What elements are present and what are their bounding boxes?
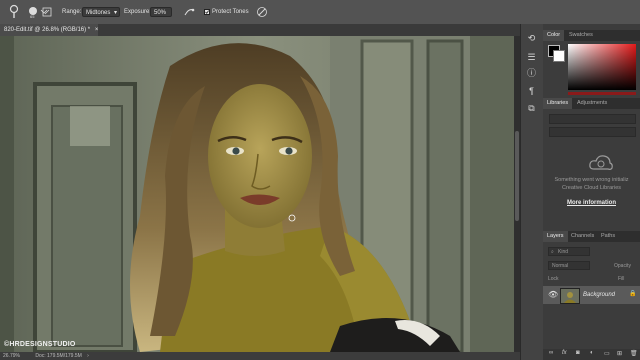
libraries-panel-tabs: Libraries Adjustments bbox=[543, 98, 640, 109]
zoom-level[interactable]: 26.79% bbox=[3, 353, 20, 359]
chevron-right-icon[interactable]: › bbox=[87, 353, 89, 359]
opacity-label: Opacity bbox=[614, 263, 631, 269]
creative-cloud-icon bbox=[588, 153, 614, 173]
more-information-link[interactable]: More information bbox=[543, 200, 640, 206]
history-icon[interactable]: ⟲ bbox=[526, 33, 537, 44]
library-search[interactable] bbox=[549, 127, 636, 137]
document-canvas[interactable]: ©HRDESIGNSTUDIO bbox=[0, 36, 517, 352]
clone-source-icon[interactable]: ⧉ bbox=[526, 103, 537, 114]
search-icon: ⌕ bbox=[551, 249, 554, 255]
range-value: Midtones bbox=[86, 10, 111, 16]
tab-swatches[interactable]: Swatches bbox=[565, 30, 597, 41]
canvas-image bbox=[0, 36, 517, 352]
protect-tones-checkbox[interactable] bbox=[204, 9, 210, 15]
layer-name[interactable]: Background bbox=[583, 292, 615, 298]
paragraph-icon[interactable]: ¶ bbox=[526, 86, 537, 97]
tab-channels[interactable]: Channels bbox=[567, 231, 598, 242]
options-bar: 65 Range: Midtones ▾ Exposure: 50% Prote… bbox=[0, 0, 640, 25]
fill-label: Fill bbox=[618, 276, 625, 282]
tab-paths[interactable]: Paths bbox=[597, 231, 619, 242]
properties-icon[interactable]: ☰ bbox=[526, 52, 537, 63]
color-panel-tabs: Color Swatches bbox=[543, 30, 640, 41]
exposure-field[interactable]: 50% bbox=[150, 7, 172, 17]
tab-layers[interactable]: Layers bbox=[543, 231, 568, 242]
document-tab[interactable]: 820-Edit.tif @ 26.8% (RGB/16) * × bbox=[0, 24, 98, 36]
tablet-pressure-icon[interactable] bbox=[256, 6, 268, 18]
blend-mode-value: Normal bbox=[552, 263, 569, 269]
delete-layer-icon[interactable]: 🗑 bbox=[630, 350, 638, 357]
watermark-text: ©HRDESIGNSTUDIO bbox=[4, 341, 76, 348]
library-error-line2: Creative Cloud Libraries bbox=[562, 185, 621, 191]
link-layers-icon[interactable]: ∞ bbox=[549, 350, 553, 356]
tab-color[interactable]: Color bbox=[543, 30, 565, 41]
eye-icon[interactable]: 👁 bbox=[548, 290, 558, 299]
blend-mode-select[interactable]: Normal bbox=[548, 261, 590, 270]
brush-settings-icon[interactable] bbox=[42, 7, 52, 17]
svg-text:65: 65 bbox=[30, 14, 35, 19]
new-group-icon[interactable]: ▭ bbox=[604, 350, 610, 357]
layers-panel-tabs: Layers Channels Paths bbox=[543, 231, 640, 242]
protect-tones-label: Protect Tones bbox=[212, 9, 249, 15]
new-layer-icon[interactable]: ⊞ bbox=[617, 350, 622, 357]
library-dropdown[interactable] bbox=[549, 114, 636, 124]
range-select[interactable]: Midtones ▾ bbox=[82, 7, 120, 17]
exposure-label: Exposure: bbox=[124, 9, 152, 15]
hue-slider[interactable] bbox=[568, 92, 636, 95]
lock-label: Lock bbox=[548, 276, 559, 282]
lock-icon: 🔒 bbox=[629, 291, 637, 297]
status-bar: 26.79% Doc: 179.5M/179.5M › bbox=[0, 352, 520, 360]
adjustment-layer-icon[interactable]: ◐ bbox=[590, 350, 594, 356]
color-picker-field[interactable] bbox=[568, 44, 636, 90]
tab-adjustments[interactable]: Adjustments bbox=[573, 98, 611, 109]
dodge-tool-icon[interactable] bbox=[6, 4, 22, 20]
library-error-line1: Something went wrong initializ bbox=[554, 177, 629, 183]
layer-row-background[interactable]: 👁 Background 🔒 bbox=[543, 286, 640, 304]
info-icon[interactable]: ⓘ bbox=[526, 68, 537, 79]
layer-filter-kind[interactable]: ⌕ Kind bbox=[548, 247, 590, 256]
doc-size: Doc: 179.5M/179.5M bbox=[35, 353, 82, 359]
layer-thumbnail bbox=[560, 288, 580, 304]
scrollbar-thumb[interactable] bbox=[515, 131, 519, 221]
tab-libraries[interactable]: Libraries bbox=[543, 98, 573, 109]
airbrush-icon[interactable] bbox=[183, 7, 195, 17]
add-mask-icon[interactable]: ◙ bbox=[576, 350, 580, 356]
layers-panel-footer: ∞ fx ◙ ◐ ▭ ⊞ 🗑 bbox=[543, 349, 640, 360]
kind-label: Kind bbox=[558, 249, 569, 255]
background-color-swatch[interactable] bbox=[553, 50, 565, 62]
exposure-value: 50% bbox=[154, 10, 167, 16]
close-tab-icon[interactable]: × bbox=[95, 27, 99, 33]
layer-style-icon[interactable]: fx bbox=[562, 350, 567, 356]
chevron-down-icon: ▾ bbox=[113, 10, 117, 16]
document-title: 820-Edit.tif @ 26.8% (RGB/16) * bbox=[4, 27, 91, 33]
range-label: Range: bbox=[62, 9, 82, 15]
